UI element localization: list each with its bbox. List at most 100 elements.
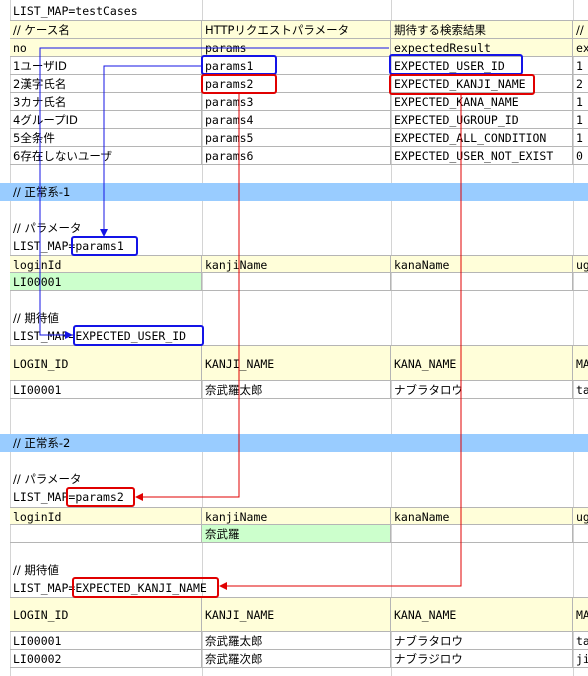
- testcase-row: 5全条件 params5 EXPECTED_ALL_CONDITION 1: [0, 129, 588, 147]
- param-map-row: LIST_MAP=params2: [0, 488, 588, 506]
- param-comment-row: // パラメータ: [0, 470, 588, 488]
- param-value-cell[interactable]: [573, 525, 588, 543]
- key-ex[interactable]: ex: [573, 39, 588, 57]
- case-params-cell[interactable]: params1: [202, 57, 391, 75]
- expected-cell[interactable]: 奈武羅太郎: [202, 632, 391, 650]
- expected-cell[interactable]: LI00001: [10, 381, 202, 399]
- case-expected-cell[interactable]: EXPECTED_UGROUP_ID: [391, 111, 573, 129]
- header-comment[interactable]: //: [573, 20, 588, 39]
- expected-comment[interactable]: // 期待値: [10, 561, 200, 579]
- expected-data-row: LI00001 奈武羅太郎 ナブラタロウ ta: [0, 381, 588, 399]
- param-header-cell[interactable]: kanjiName: [202, 507, 391, 525]
- testcase-row: 1ユーザID params1 EXPECTED_USER_ID 1: [0, 57, 588, 75]
- case-params-cell[interactable]: params3: [202, 93, 391, 111]
- case-params-cell[interactable]: params2: [202, 75, 391, 93]
- case-name-cell[interactable]: 3カナ氏名: [10, 93, 202, 111]
- param-header-cell[interactable]: loginId: [10, 255, 202, 273]
- param-value-cell[interactable]: [573, 273, 588, 291]
- expected-header-cell[interactable]: LOGIN_ID: [10, 345, 202, 381]
- section-banner-label[interactable]: // 正常系-1: [10, 183, 310, 201]
- param-header-cell[interactable]: ug: [573, 507, 588, 525]
- param-map-cell[interactable]: LIST_MAP=params2: [10, 488, 310, 506]
- param-comment[interactable]: // パラメータ: [10, 470, 200, 488]
- testcase-row: 3カナ氏名 params3 EXPECTED_KANA_NAME 1: [0, 93, 588, 111]
- case-name-cell[interactable]: 6存在しないユーザ: [10, 147, 202, 165]
- testcases-map-title[interactable]: LIST_MAP=testCases: [10, 2, 310, 20]
- expected-cell[interactable]: ta: [573, 381, 588, 399]
- spreadsheet: LIST_MAP=testCases // ケース名 HTTPリクエストパラメー…: [0, 0, 588, 676]
- expected-header-cell[interactable]: KANA_NAME: [391, 345, 573, 381]
- param-value-cell[interactable]: [10, 525, 202, 543]
- expected-header-cell[interactable]: KANJI_NAME: [202, 597, 391, 632]
- expected-header-cell[interactable]: KANA_NAME: [391, 597, 573, 632]
- case-params-cell[interactable]: params5: [202, 129, 391, 147]
- testcase-row: 4グループID params4 EXPECTED_UGROUP_ID 1: [0, 111, 588, 129]
- param-map-cell[interactable]: LIST_MAP=params1: [10, 237, 310, 255]
- key-no[interactable]: no: [10, 39, 202, 57]
- case-expected-cell[interactable]: EXPECTED_KANA_NAME: [391, 93, 573, 111]
- param-header-cell[interactable]: loginId: [10, 507, 202, 525]
- param-value-row: LI00001: [0, 273, 588, 291]
- param-header-cell[interactable]: ug: [573, 255, 588, 273]
- case-expected-cell[interactable]: EXPECTED_ALL_CONDITION: [391, 129, 573, 147]
- expected-cell[interactable]: ナブラタロウ: [391, 381, 573, 399]
- header-expected-result[interactable]: 期待する検索結果: [391, 20, 573, 39]
- section-banner-normal-2: // 正常系-2: [0, 434, 588, 452]
- case-params-cell[interactable]: params6: [202, 147, 391, 165]
- expected-comment[interactable]: // 期待値: [10, 309, 200, 327]
- expected-map-cell[interactable]: LIST_MAP=EXPECTED_KANJI_NAME: [10, 579, 310, 597]
- testcase-row: 2漢字氏名 params2 EXPECTED_KANJI_NAME 2: [0, 75, 588, 93]
- expected-cell[interactable]: ナブラジロウ: [391, 650, 573, 668]
- case-count-cell[interactable]: 2: [573, 75, 588, 93]
- param-comment[interactable]: // パラメータ: [10, 219, 200, 237]
- expected-header-row: LOGIN_ID KANJI_NAME KANA_NAME MA: [0, 345, 588, 381]
- case-count-cell[interactable]: 0: [573, 147, 588, 165]
- expected-data-row: LI00001 奈武羅太郎 ナブラタロウ ta: [0, 632, 588, 650]
- section-banner-label[interactable]: // 正常系-2: [10, 434, 310, 452]
- expected-map-cell[interactable]: LIST_MAP=EXPECTED_USER_ID: [10, 327, 310, 345]
- case-expected-cell[interactable]: EXPECTED_USER_ID: [391, 57, 573, 75]
- expected-header-cell[interactable]: KANJI_NAME: [202, 345, 391, 381]
- param-header-row: loginId kanjiName kanaName ug: [0, 255, 588, 273]
- case-count-cell[interactable]: 1: [573, 57, 588, 75]
- testcases-key-row: no params expectedResult ex: [0, 39, 588, 57]
- case-params-cell[interactable]: params4: [202, 111, 391, 129]
- expected-cell[interactable]: 奈武羅太郎: [202, 381, 391, 399]
- expected-header-row: LOGIN_ID KANJI_NAME KANA_NAME MA: [0, 597, 588, 632]
- case-expected-cell[interactable]: EXPECTED_USER_NOT_EXIST: [391, 147, 573, 165]
- param-header-cell[interactable]: kanaName: [391, 507, 573, 525]
- header-http-params[interactable]: HTTPリクエストパラメータ: [202, 20, 391, 39]
- header-case-name[interactable]: // ケース名: [10, 20, 202, 39]
- expected-map-name: EXPECTED_USER_ID: [75, 329, 187, 343]
- param-value-cell[interactable]: LI00001: [10, 273, 202, 291]
- expected-header-cell[interactable]: LOGIN_ID: [10, 597, 202, 632]
- case-name-cell[interactable]: 1ユーザID: [10, 57, 202, 75]
- param-value-cell[interactable]: [391, 525, 573, 543]
- expected-cell[interactable]: ji: [573, 650, 588, 668]
- case-count-cell[interactable]: 1: [573, 93, 588, 111]
- map-prefix: LIST_MAP=: [13, 490, 76, 504]
- expected-cell[interactable]: ナブラタロウ: [391, 632, 573, 650]
- case-count-cell[interactable]: 1: [573, 111, 588, 129]
- param-header-cell[interactable]: kanaName: [391, 255, 573, 273]
- expected-header-cell[interactable]: MA: [573, 597, 588, 632]
- expected-cell[interactable]: ta: [573, 632, 588, 650]
- case-expected-cell[interactable]: EXPECTED_KANJI_NAME: [391, 75, 573, 93]
- case-name-cell[interactable]: 2漢字氏名: [10, 75, 202, 93]
- param-map-row: LIST_MAP=params1: [0, 237, 588, 255]
- key-expected-result[interactable]: expectedResult: [391, 39, 573, 57]
- expected-header-cell[interactable]: MA: [573, 345, 588, 381]
- case-name-cell[interactable]: 5全条件: [10, 129, 202, 147]
- param-value-row: 奈武羅: [0, 525, 588, 543]
- expected-cell[interactable]: LI00002: [10, 650, 202, 668]
- case-count-cell[interactable]: 1: [573, 129, 588, 147]
- key-params[interactable]: params: [202, 39, 391, 57]
- param-header-cell[interactable]: kanjiName: [202, 255, 391, 273]
- param-value-cell[interactable]: 奈武羅: [202, 525, 391, 543]
- expected-cell[interactable]: 奈武羅次郎: [202, 650, 391, 668]
- expected-cell[interactable]: LI00001: [10, 632, 202, 650]
- param-value-cell[interactable]: [391, 273, 573, 291]
- case-name-cell[interactable]: 4グループID: [10, 111, 202, 129]
- param-value-cell[interactable]: [202, 273, 391, 291]
- expected-map-row: LIST_MAP=EXPECTED_KANJI_NAME: [0, 579, 588, 597]
